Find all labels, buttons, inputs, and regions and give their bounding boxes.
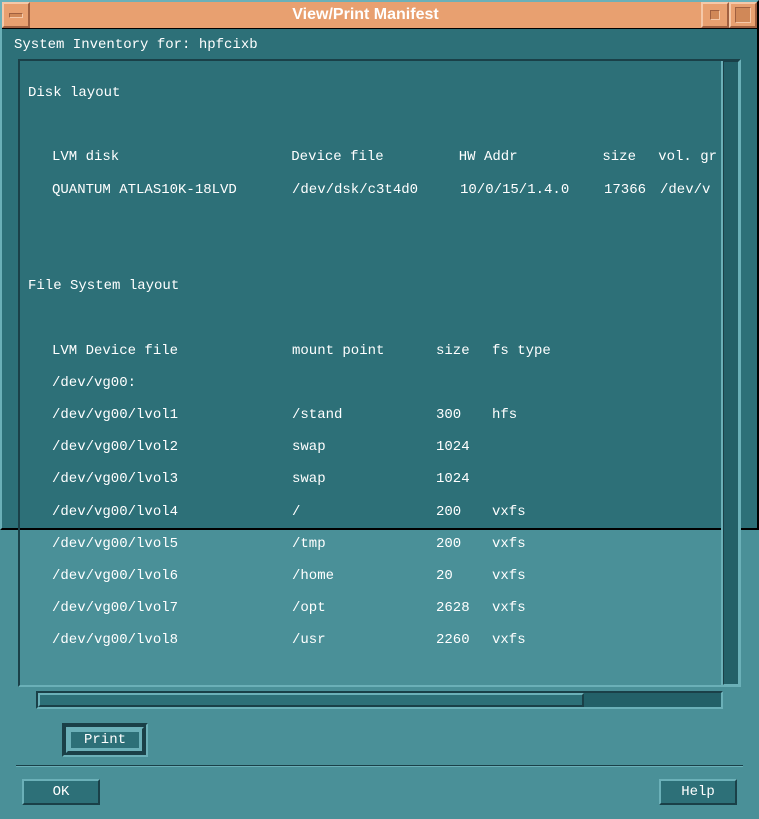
col-device-file: Device file (291, 149, 459, 165)
dialog-body: System Inventory for: hpfcixb Disk layou… (2, 29, 757, 819)
help-button[interactable]: Help (659, 779, 737, 805)
vscroll-track[interactable] (723, 61, 739, 685)
fs-row: /dev/vg00/lvol6/home20vxfs (28, 568, 717, 584)
window-title: View/Print Manifest (30, 6, 701, 24)
fs-row: /dev/vg00/lvol8/usr2260vxfs (28, 632, 717, 648)
fs-layout-title: File System layout (28, 278, 717, 294)
window-menu-button[interactable] (2, 2, 30, 28)
fs-row: /dev/vg00/lvol7/opt2628vxfs (28, 600, 717, 616)
horizontal-scrollbar[interactable] (36, 691, 723, 709)
titlebar: View/Print Manifest (2, 2, 757, 29)
fs-row: /dev/vg00/lvol4/200vxfs (28, 504, 717, 520)
ok-button[interactable]: OK (22, 779, 100, 805)
dialog-window: View/Print Manifest System Inventory for… (0, 0, 759, 530)
col-fs-type: fs type (492, 343, 551, 359)
col-lvm-device: LVM Device file (52, 343, 292, 359)
manifest-content: Disk layout LVM diskDevice fileHW Addrsi… (20, 61, 721, 685)
col-vol-group: vol. gr (658, 149, 717, 165)
disk-layout-title: Disk layout (28, 85, 717, 101)
fs-row: /dev/vg00/lvol5/tmp200vxfs (28, 536, 717, 552)
vertical-scrollbar[interactable] (721, 61, 739, 685)
col-fs-size: size (436, 343, 492, 359)
print-button[interactable]: Print (66, 727, 144, 753)
maximize-button[interactable] (729, 2, 757, 28)
disk-row: QUANTUM ATLAS10K-18LVD/dev/dsk/c3t4d010/… (28, 182, 717, 198)
minimize-button[interactable] (701, 2, 729, 28)
fs-row: /dev/vg00/lvol1/stand300hfs (28, 407, 717, 423)
hscroll-thumb[interactable] (38, 693, 584, 707)
fs-row: /dev/vg00/lvol3swap1024 (28, 471, 717, 487)
fs-row: /dev/vg00/lvol2swap1024 (28, 439, 717, 455)
inventory-header: System Inventory for: hpfcixb (10, 35, 749, 59)
fs-header-row: LVM Device filemount pointsizefs type (28, 343, 717, 359)
col-lvm-disk: LVM disk (52, 149, 291, 165)
disk-header-row: LVM diskDevice fileHW Addrsizevol. gr (28, 149, 717, 165)
col-size: size (602, 149, 658, 165)
manifest-text-area: Disk layout LVM diskDevice fileHW Addrsi… (18, 59, 741, 687)
col-hw-addr: HW Addr (459, 149, 603, 165)
fs-group: /dev/vg00: (28, 375, 717, 391)
col-mount-point: mount point (292, 343, 436, 359)
